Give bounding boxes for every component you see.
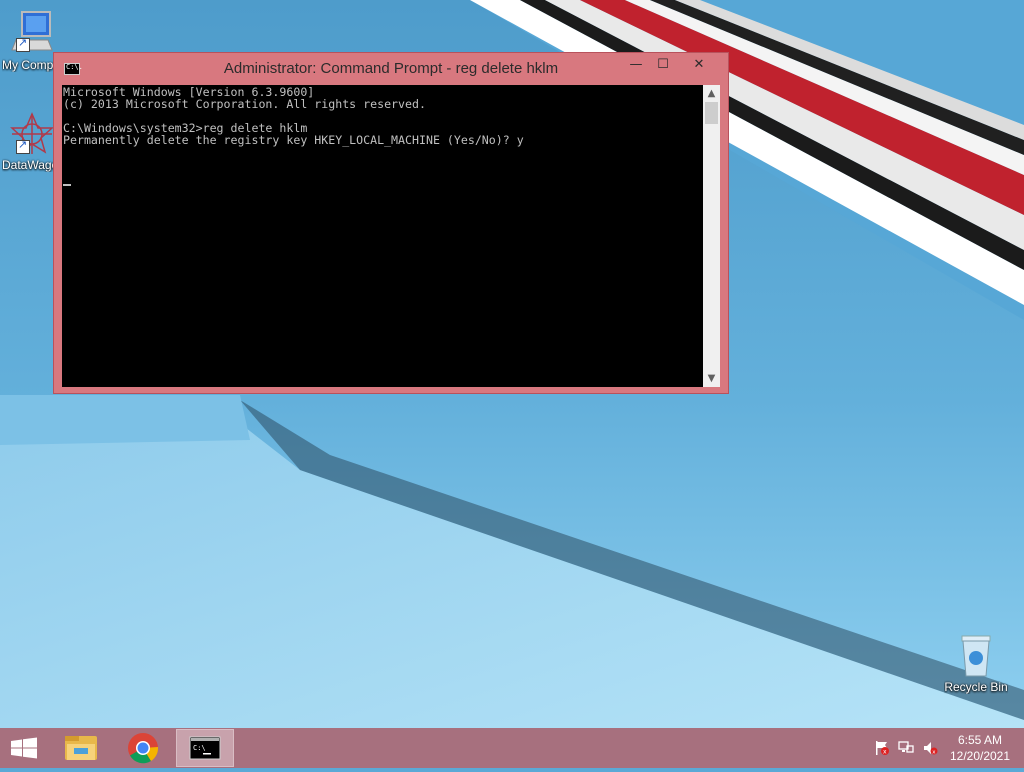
clock-date: 12/20/2021 xyxy=(949,749,1011,763)
network-icon[interactable] xyxy=(898,740,914,756)
console-text: Microsoft Windows [Version 6.3.9600] (c)… xyxy=(62,85,703,146)
console-line: (c) 2013 Microsoft Corporation. All righ… xyxy=(63,97,426,112)
start-button[interactable] xyxy=(0,728,48,768)
shortcut-arrow-icon xyxy=(16,138,30,154)
clock-time: 6:55 AM xyxy=(957,733,1003,747)
recycle-bin-icon xyxy=(961,635,991,677)
vertical-scrollbar[interactable]: ▲ ▼ xyxy=(703,85,720,387)
taskbar-chrome[interactable] xyxy=(114,728,170,768)
close-button[interactable]: ✕ xyxy=(681,55,717,75)
volume-muted-icon[interactable]: x xyxy=(922,740,938,756)
svg-text:C:\: C:\ xyxy=(193,744,206,752)
taskbar: C:\ x x 6:55 AM 12/20/2021 xyxy=(0,728,1024,768)
window-titlebar[interactable]: C:\. Administrator: Command Prompt - reg… xyxy=(54,53,728,85)
cmd-icon: C:\ xyxy=(189,736,221,760)
console-output[interactable]: Microsoft Windows [Version 6.3.9600] (c)… xyxy=(62,85,703,387)
text-cursor xyxy=(63,184,71,186)
svg-text:x: x xyxy=(883,749,887,756)
taskbar-command-prompt[interactable]: C:\ xyxy=(176,729,234,767)
minimize-button[interactable]: — xyxy=(621,55,651,75)
command-prompt-window[interactable]: C:\. Administrator: Command Prompt - reg… xyxy=(53,52,729,394)
taskbar-file-explorer[interactable] xyxy=(52,728,108,768)
console-line: Permanently delete the registry key HKEY… xyxy=(63,133,524,148)
desktop-icon-label: Recycle Bin xyxy=(944,680,1008,694)
scroll-down-icon[interactable]: ▼ xyxy=(703,370,720,387)
shortcut-arrow-icon xyxy=(16,36,30,52)
folder-icon xyxy=(65,736,97,760)
action-center-flag-icon[interactable]: x xyxy=(874,740,890,756)
desktop-icon-recycle-bin[interactable]: Recycle Bin xyxy=(944,632,1008,694)
maximize-button[interactable]: ☐ xyxy=(648,55,678,75)
windows-logo-icon xyxy=(11,737,37,759)
taskbar-clock[interactable]: 6:55 AM 12/20/2021 xyxy=(940,732,1020,764)
scroll-up-icon[interactable]: ▲ xyxy=(703,85,720,102)
scrollbar-thumb[interactable] xyxy=(705,102,718,124)
chrome-icon xyxy=(128,733,159,764)
